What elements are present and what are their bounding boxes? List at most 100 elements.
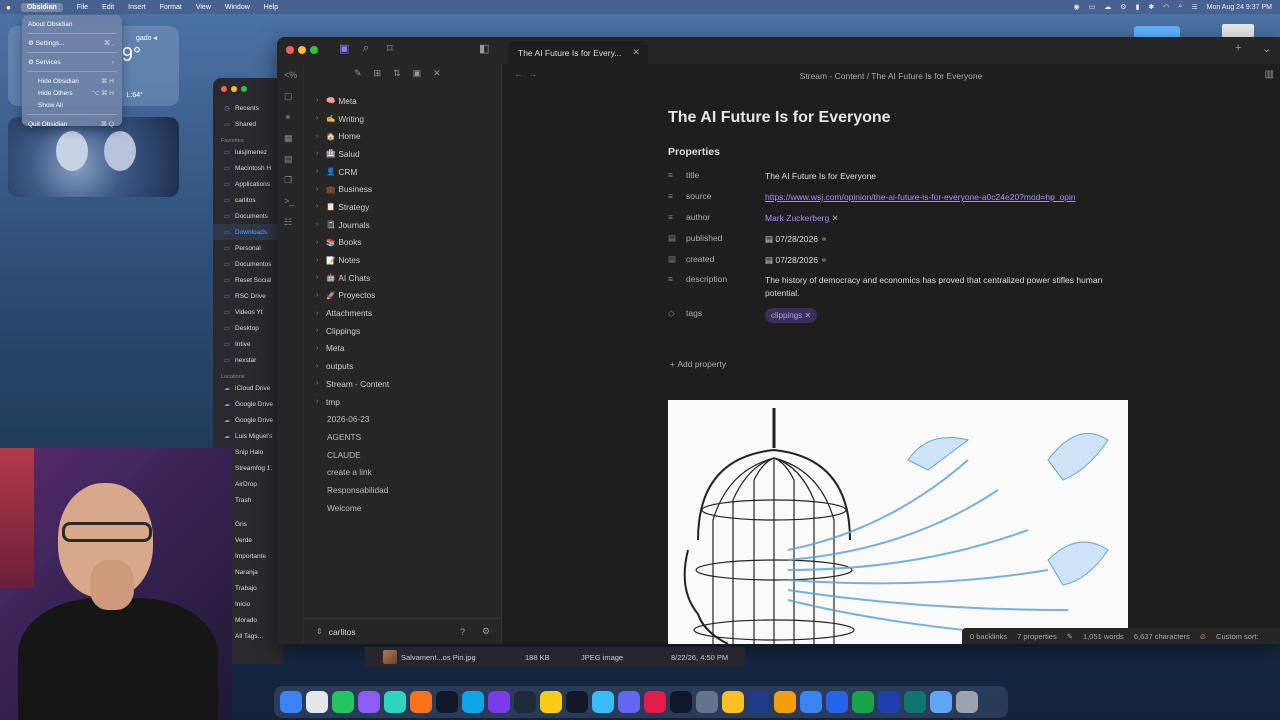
tree-file[interactable]: CLAUDE — [304, 446, 502, 464]
close-icon[interactable] — [221, 86, 227, 92]
tree-file[interactable]: Welcome — [304, 499, 502, 517]
tree-folder[interactable]: › outputs — [304, 357, 502, 375]
source-link[interactable]: https://www.wsj.com/opinion/the-ai-futur… — [765, 192, 1076, 202]
dock-app-icon[interactable] — [826, 691, 848, 713]
graph-icon[interactable]: ⚭ — [284, 112, 292, 123]
dock-app-icon[interactable] — [306, 691, 328, 713]
chevron-right-icon[interactable]: › — [316, 398, 326, 405]
chevron-right-icon[interactable]: › — [316, 257, 326, 264]
tree-folder[interactable]: › 📝 Notes — [304, 251, 502, 269]
search-icon[interactable]: ⌕ — [1178, 3, 1182, 11]
menu-hide[interactable]: Hide Obsidian ⌘ H — [22, 75, 122, 87]
chevron-right-icon[interactable]: › — [316, 221, 326, 228]
dock-app-icon[interactable] — [280, 691, 302, 713]
finder-item[interactable]: ▭ Personal — [213, 240, 283, 256]
tree-file[interactable]: 2026-06-23 — [304, 410, 502, 428]
finder-item[interactable]: ▭ carlitos — [213, 192, 283, 208]
link-icon[interactable]: ⚭ — [820, 255, 827, 265]
menu-file[interactable]: File — [77, 4, 88, 11]
dock-app-icon[interactable] — [800, 691, 822, 713]
chevron-right-icon[interactable]: › — [316, 310, 326, 317]
chevron-right-icon[interactable]: › — [316, 327, 326, 334]
auto-reveal-icon[interactable]: ▣ — [413, 68, 422, 79]
dock-app-icon[interactable] — [748, 691, 770, 713]
dock-app-icon[interactable] — [956, 691, 978, 713]
chevron-right-icon[interactable]: › — [316, 292, 326, 299]
finder-item[interactable]: ▭ Applications — [213, 176, 283, 192]
dock-app-icon[interactable] — [722, 691, 744, 713]
menu-help[interactable]: Help — [264, 4, 278, 11]
backlinks-count[interactable]: 0 backlinks — [970, 632, 1007, 641]
sort-icon[interactable]: ⇅ — [393, 68, 401, 79]
collapse-all-icon[interactable]: ✕ — [433, 68, 441, 79]
dock-app-icon[interactable] — [774, 691, 796, 713]
menu-edit[interactable]: Edit — [102, 4, 114, 11]
chevron-right-icon[interactable]: › — [316, 274, 326, 281]
new-folder-icon[interactable]: ⊞ — [374, 68, 382, 79]
new-note-icon[interactable]: ✎ — [354, 68, 362, 79]
tree-file[interactable]: create a link — [304, 463, 502, 481]
date-value[interactable]: 07/28/2026 — [775, 255, 818, 265]
finder-item[interactable]: ▭ nexstar — [213, 352, 283, 368]
desktop-document-icon[interactable] — [1222, 24, 1254, 38]
screen-icon[interactable]: ▭ — [1089, 3, 1096, 11]
tree-folder[interactable]: › 💼 Business — [304, 180, 502, 198]
tree-folder[interactable]: › Meta — [304, 340, 502, 358]
finder-item[interactable]: ▭ Videos Yt — [213, 304, 283, 320]
control-center-icon[interactable]: ☰ — [1191, 3, 1197, 11]
dock-app-icon[interactable] — [592, 691, 614, 713]
chevron-right-icon[interactable]: › — [316, 115, 326, 122]
zoom-icon[interactable] — [241, 86, 247, 92]
dock-app-icon[interactable] — [566, 691, 588, 713]
help-icon[interactable]: ? — [460, 627, 465, 637]
custom-sort-label[interactable]: Custom sort: — [1216, 632, 1259, 641]
wifi-icon[interactable]: ◠ — [1163, 3, 1169, 11]
gear-icon[interactable]: ⚙ — [1120, 3, 1126, 11]
finder-file-row[interactable]: Salvament...os Pin.jpg 188 KB JPEG image… — [365, 647, 745, 667]
menu-show-all[interactable]: Show All — [22, 99, 122, 111]
tree-folder[interactable]: › 📋 Strategy — [304, 198, 502, 216]
new-tab-icon[interactable]: + — [1235, 42, 1241, 54]
property-description[interactable]: ≡ description The history of democracy an… — [668, 274, 1138, 300]
chevron-right-icon[interactable]: › — [316, 345, 326, 352]
tree-folder[interactable]: › 📚 Books — [304, 234, 502, 252]
tab-note[interactable]: The AI Future Is for Every... ✕ — [508, 41, 648, 64]
dock-app-icon[interactable] — [540, 691, 562, 713]
tree-folder[interactable]: › 🧠 Meta — [304, 92, 502, 110]
finder-item[interactable]: ☁ Google Drive — [213, 412, 283, 428]
tag-pill[interactable]: clippings ✕ — [765, 308, 818, 323]
add-property-button[interactable]: + Add property — [670, 359, 726, 369]
property-tags[interactable]: ◇ tags clippings ✕ — [668, 308, 1138, 323]
property-author[interactable]: ≡ author Mark Zuckerberg ✕ — [668, 212, 1138, 225]
menu-settings[interactable]: ⚙ Settings... ⌘ , — [22, 37, 122, 49]
finder-item[interactable]: ☁ iCloud Drive — [213, 380, 283, 396]
clock-text[interactable]: Mon Aug 24 9:37 PM — [1207, 4, 1272, 11]
note-title[interactable]: The AI Future Is for Everyone — [668, 109, 891, 127]
record-icon[interactable]: ◉ — [1074, 3, 1080, 11]
dock-app-icon[interactable] — [644, 691, 666, 713]
dock-app-icon[interactable] — [852, 691, 874, 713]
finder-item[interactable]: ▭ Documents — [213, 208, 283, 224]
close-tab-icon[interactable]: ✕ — [632, 47, 640, 58]
copy-icon[interactable]: ❐ — [284, 175, 292, 186]
chevron-right-icon[interactable]: › — [316, 186, 326, 193]
chevron-right-icon[interactable]: › — [316, 150, 326, 157]
link-icon[interactable]: ⚭ — [820, 234, 827, 244]
remove-icon[interactable]: ✕ — [832, 213, 839, 223]
breadcrumb[interactable]: Stream - Content / The AI Future Is for … — [502, 71, 1280, 81]
canvas-icon[interactable]: ▦ — [284, 133, 293, 144]
chevron-right-icon[interactable]: › — [316, 239, 326, 246]
finder-item[interactable]: ▭ Documentos — [213, 256, 283, 272]
bluetooth-icon[interactable]: ✱ — [1148, 3, 1154, 11]
dock-app-icon[interactable] — [514, 691, 536, 713]
menu-hide-others[interactable]: Hide Others ⌥ ⌘ H — [22, 87, 122, 99]
zoom-icon[interactable] — [310, 46, 318, 54]
apple-menu-icon[interactable]: ● — [6, 3, 11, 12]
menu-obsidian[interactable]: Obsidian — [20, 2, 63, 12]
property-source[interactable]: ≡ source https://www.wsj.com/opinion/the-… — [668, 191, 1138, 204]
settings-gear-icon[interactable]: ⚙ — [482, 626, 490, 637]
dock-app-icon[interactable] — [904, 691, 926, 713]
dock-app-icon[interactable] — [878, 691, 900, 713]
tree-folder[interactable]: › tmp — [304, 393, 502, 411]
finder-item[interactable]: ▭ Reset Social — [213, 272, 283, 288]
